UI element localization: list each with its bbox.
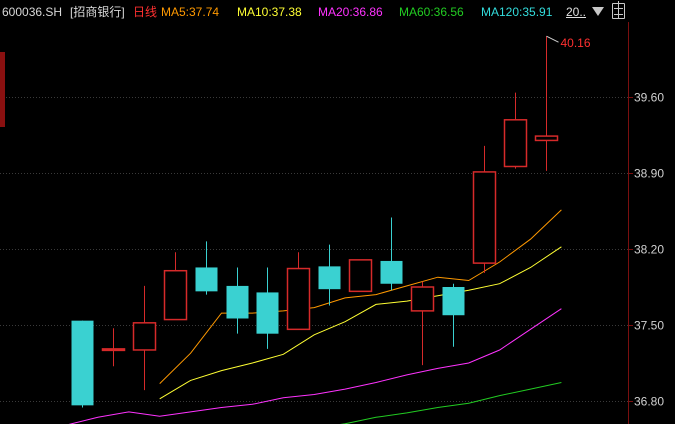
triangle-down-icon[interactable]: [592, 7, 604, 16]
ma10-value: MA10:37.38: [237, 5, 302, 19]
chart-header: 600036.SH [招商银行] 日线 MA5:37.74 MA10:37.38…: [0, 0, 675, 24]
candle: [348, 259, 373, 293]
price-chart[interactable]: 36.80 37.50 38.20 38.90 39.60 40.16: [0, 0, 675, 424]
candle-body: [101, 348, 126, 352]
candle-body: [132, 322, 157, 351]
symbol-code[interactable]: 600036.SH: [2, 0, 62, 24]
stock-name: [招商银行]: [70, 5, 125, 19]
ma20-value: MA20:36.86: [318, 5, 383, 19]
candle: [410, 281, 435, 366]
y-tick-label: 36.80: [634, 395, 664, 409]
candle: [101, 328, 126, 367]
candle: [163, 252, 188, 321]
candle: [503, 92, 528, 169]
candle: [534, 36, 559, 171]
candle-body: [163, 269, 188, 321]
ma60-value: MA60:36.56: [399, 5, 464, 19]
candle: [318, 244, 341, 306]
candle: [132, 285, 157, 391]
candle: [380, 217, 403, 291]
candle: [442, 283, 465, 347]
candle: [472, 145, 497, 273]
y-tick-label: 37.50: [634, 319, 664, 333]
candle-body: [286, 267, 311, 331]
ma120-value: MA120:35.91: [481, 5, 553, 19]
candle-body: [380, 260, 403, 284]
period-label[interactable]: 日线: [133, 0, 157, 24]
candles: [71, 36, 559, 408]
candle-body: [318, 266, 341, 290]
candle-body: [410, 286, 435, 312]
max-annotation: 40.16: [546, 35, 591, 50]
candle-body: [472, 171, 497, 264]
candle: [286, 252, 311, 331]
candle: [226, 267, 249, 334]
settings-icon[interactable]: [612, 1, 625, 19]
y-tick-label: 39.60: [634, 91, 664, 105]
ma-line-ma5: [159, 209, 562, 384]
ma-line-ma60: [340, 382, 562, 424]
candle-body: [503, 119, 528, 168]
y-axis-labels: 36.80 37.50 38.20 38.90 39.60: [634, 91, 664, 409]
candle: [256, 267, 279, 349]
candle-body: [442, 287, 465, 316]
y-tick-label: 38.20: [634, 243, 664, 257]
candle: [71, 320, 94, 408]
candle-body: [71, 320, 94, 406]
side-edge-marker: [0, 52, 5, 127]
candle-body: [348, 259, 373, 293]
candle-body: [534, 135, 559, 142]
annotation-pointer: [546, 35, 559, 43]
candle-body: [226, 285, 249, 319]
candle-body: [256, 292, 279, 334]
candle-body: [195, 267, 218, 292]
grid-lines: [0, 22, 633, 424]
y-tick-label: 38.90: [634, 167, 664, 181]
ma5-value: MA5:37.74: [161, 5, 220, 19]
more-indicators-link[interactable]: 20..: [566, 0, 586, 24]
max-price-label: 40.16: [561, 36, 591, 50]
